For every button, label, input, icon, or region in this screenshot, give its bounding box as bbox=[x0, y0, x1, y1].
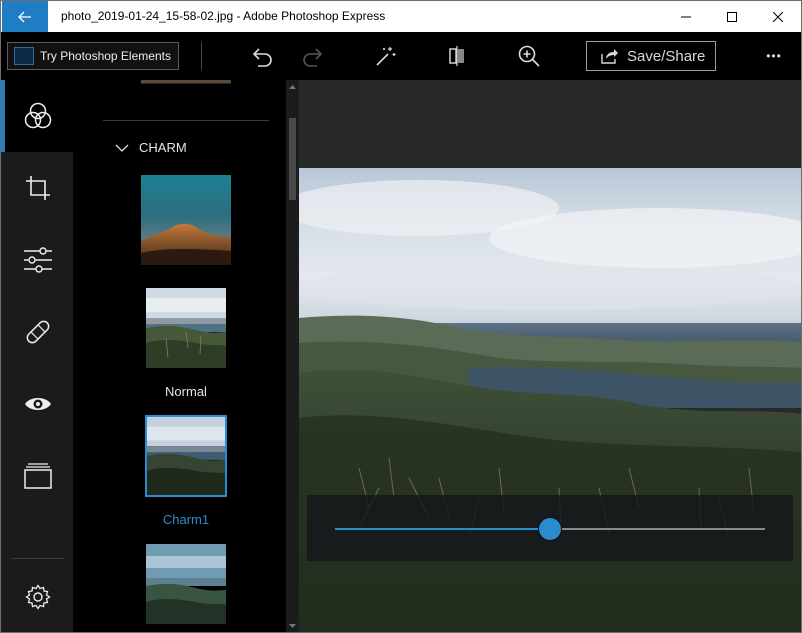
rail-red-eye[interactable] bbox=[1, 368, 74, 440]
rail-adjustments[interactable] bbox=[1, 224, 74, 296]
intensity-slider-knob[interactable] bbox=[538, 517, 562, 541]
scroll-down-icon[interactable] bbox=[288, 621, 297, 630]
image-canvas bbox=[299, 80, 802, 633]
crop-icon bbox=[25, 176, 50, 200]
photo-preview bbox=[299, 168, 801, 633]
filter-label-normal: Normal bbox=[165, 384, 207, 399]
back-button[interactable] bbox=[2, 1, 48, 33]
close-icon bbox=[773, 12, 783, 22]
chevron-down-icon bbox=[115, 144, 129, 152]
try-photoshop-elements-button[interactable]: Try Photoshop Elements bbox=[7, 42, 179, 70]
compare-icon bbox=[449, 46, 464, 66]
scrollbar-thumb[interactable] bbox=[289, 118, 296, 200]
redo-icon bbox=[303, 48, 323, 67]
panel-divider bbox=[103, 120, 269, 121]
filter-thumbnail-next[interactable] bbox=[146, 544, 226, 624]
section-title: CHARM bbox=[139, 140, 187, 155]
more-options-button[interactable]: ••• bbox=[759, 42, 789, 70]
save-share-button[interactable]: Save/Share bbox=[586, 41, 716, 71]
close-button[interactable] bbox=[755, 1, 801, 33]
window-title: photo_2019-01-24_15-58-02.jpg - Adobe Ph… bbox=[61, 9, 386, 23]
zoom-in-icon bbox=[518, 45, 540, 67]
adjustments-icon bbox=[23, 247, 52, 273]
magic-wand-icon bbox=[376, 47, 396, 66]
zoom-button[interactable] bbox=[515, 42, 543, 70]
panel-scrollbar[interactable] bbox=[286, 80, 299, 633]
tool-rail bbox=[0, 80, 74, 633]
borders-icon bbox=[23, 463, 52, 489]
landscape-next-image bbox=[146, 544, 226, 624]
intensity-slider-panel bbox=[307, 495, 793, 561]
filter-thumbnail-charm1[interactable] bbox=[145, 415, 227, 497]
maximize-button[interactable] bbox=[709, 1, 755, 33]
title-bar: photo_2019-01-24_15-58-02.jpg - Adobe Ph… bbox=[0, 0, 802, 33]
rail-borders[interactable] bbox=[1, 440, 74, 512]
landscape-photo bbox=[299, 168, 801, 633]
undo-icon bbox=[252, 48, 272, 67]
filter-thumbnail-previous[interactable] bbox=[141, 80, 231, 84]
photoshop-elements-icon bbox=[14, 47, 34, 65]
rail-divider bbox=[11, 558, 65, 559]
section-charm-header[interactable]: CHARM bbox=[115, 140, 187, 155]
bandage-icon bbox=[26, 320, 49, 344]
more-icon: ••• bbox=[766, 49, 782, 63]
landscape-normal-image bbox=[146, 288, 226, 368]
scroll-up-icon[interactable] bbox=[288, 83, 297, 92]
rail-settings[interactable] bbox=[1, 561, 74, 633]
filter-label-charm1: Charm1 bbox=[162, 512, 210, 527]
rail-crop[interactable] bbox=[1, 152, 74, 224]
arrow-left-icon bbox=[18, 11, 31, 23]
looks-icon bbox=[24, 102, 51, 129]
minimize-icon bbox=[681, 16, 691, 18]
rail-healing[interactable] bbox=[1, 296, 74, 368]
try-button-label: Try Photoshop Elements bbox=[40, 49, 171, 63]
mountain-image bbox=[141, 175, 231, 265]
auto-fix-button[interactable] bbox=[371, 42, 399, 70]
previous-thumbnail-image bbox=[141, 80, 231, 84]
compare-button[interactable] bbox=[443, 42, 471, 70]
share-icon bbox=[601, 49, 618, 64]
minimize-button[interactable] bbox=[663, 1, 709, 33]
gear-icon bbox=[24, 584, 51, 610]
redo-button[interactable] bbox=[299, 42, 327, 70]
filter-thumbnail-normal[interactable] bbox=[146, 288, 226, 368]
rail-looks[interactable] bbox=[1, 80, 74, 152]
filters-panel: CHARM Normal Charm1 bbox=[73, 80, 299, 633]
undo-button[interactable] bbox=[248, 42, 276, 70]
maximize-icon bbox=[727, 12, 737, 22]
eye-icon bbox=[24, 398, 51, 410]
intensity-slider-fill bbox=[335, 528, 550, 530]
top-toolbar: Try Photoshop Elements Save/Share ••• bbox=[0, 32, 802, 80]
save-share-label: Save/Share bbox=[627, 47, 706, 65]
landscape-charm1-image bbox=[147, 417, 225, 495]
section-cover-thumbnail[interactable] bbox=[141, 175, 231, 265]
toolbar-divider bbox=[201, 42, 202, 70]
